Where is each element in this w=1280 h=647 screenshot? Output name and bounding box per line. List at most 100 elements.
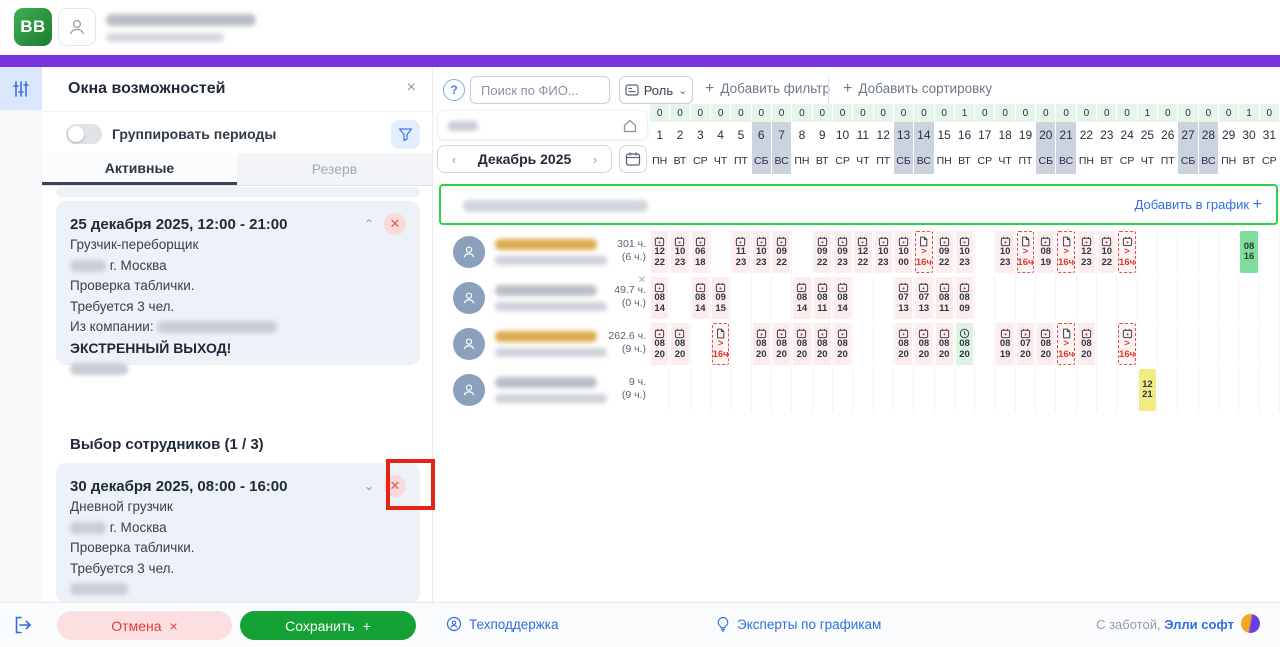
day-cell[interactable] — [935, 368, 955, 412]
shift-cell[interactable]: 0820 — [895, 323, 912, 365]
day-number[interactable]: 13 — [894, 122, 914, 148]
day-cell[interactable]: 1222 — [853, 230, 873, 274]
day-cell[interactable] — [1036, 276, 1056, 320]
day-cell[interactable]: 0820 — [752, 322, 772, 366]
overtime-shift-cell[interactable]: >16ч — [1118, 231, 1135, 273]
day-cell[interactable]: 0811 — [935, 276, 955, 320]
shift-cell[interactable]: 0618 — [692, 231, 709, 273]
day-cell[interactable] — [1239, 276, 1259, 320]
day-cell[interactable] — [995, 368, 1015, 412]
user-avatar[interactable] — [58, 8, 96, 46]
shift-cell[interactable]: 1023 — [996, 231, 1013, 273]
day-number[interactable]: 11 — [853, 122, 873, 148]
day-cell[interactable] — [975, 230, 995, 274]
save-button[interactable]: Сохранить+ — [240, 611, 416, 640]
day-cell[interactable] — [1158, 230, 1178, 274]
day-cell[interactable] — [853, 368, 873, 412]
day-cell[interactable]: 0820 — [914, 322, 934, 366]
day-cell[interactable] — [1117, 368, 1137, 412]
day-cell[interactable] — [914, 368, 934, 412]
day-cell[interactable]: 0820 — [813, 322, 833, 366]
shift-cell[interactable]: 0922 — [814, 231, 831, 273]
next-month-button[interactable]: › — [579, 152, 611, 167]
tab-reserve[interactable]: Резерв — [237, 153, 432, 185]
day-cell[interactable]: 0816 — [1239, 230, 1259, 274]
day-cell[interactable]: 0713 — [914, 276, 934, 320]
day-cell[interactable] — [1056, 368, 1076, 412]
day-number[interactable]: 1 — [650, 122, 670, 148]
day-cell[interactable] — [731, 322, 751, 366]
day-number[interactable]: 14 — [914, 122, 934, 148]
shift-cell[interactable]: 1023 — [956, 231, 973, 273]
home-icon[interactable] — [622, 118, 638, 134]
remove-window-button[interactable]: ✕ — [384, 213, 406, 235]
day-number[interactable]: 28 — [1199, 122, 1219, 148]
day-cell[interactable]: >16ч — [1056, 230, 1076, 274]
window-card-30-dec[interactable]: 30 декабря 2025, 08:00 - 16:00 ⌄ ✕ Дневн… — [56, 463, 420, 602]
overtime-shift-cell[interactable]: >16ч — [1057, 231, 1074, 273]
shift-cell[interactable]: 0820 — [1037, 323, 1054, 365]
day-cell[interactable]: 1000 — [894, 230, 914, 274]
day-cell[interactable] — [711, 368, 731, 412]
day-cell[interactable] — [1097, 368, 1117, 412]
shift-cell[interactable]: 0819 — [1037, 231, 1054, 273]
expand-chevron-icon[interactable]: ⌄ — [364, 479, 374, 493]
day-cell[interactable]: 0809 — [955, 276, 975, 320]
day-cell[interactable] — [731, 368, 751, 412]
day-number[interactable]: 20 — [1036, 122, 1056, 148]
shift-cell[interactable]: 0820 — [651, 323, 668, 365]
day-number[interactable]: 19 — [1016, 122, 1036, 148]
day-cell[interactable]: 0618 — [691, 230, 711, 274]
day-cell[interactable] — [874, 368, 894, 412]
day-cell[interactable] — [1199, 368, 1219, 412]
experts-link[interactable]: Эксперты по графикам — [716, 616, 881, 632]
day-number[interactable]: 24 — [1117, 122, 1137, 148]
day-cell[interactable]: 1023 — [995, 230, 1015, 274]
day-cell[interactable] — [691, 368, 711, 412]
day-cell[interactable] — [1239, 322, 1259, 366]
day-cell[interactable] — [670, 276, 690, 320]
shift-cell[interactable]: 0820 — [773, 323, 790, 365]
day-cell[interactable] — [1219, 322, 1239, 366]
day-cell[interactable] — [894, 368, 914, 412]
calendar-picker-button[interactable] — [619, 145, 647, 173]
day-number[interactable]: 10 — [833, 122, 853, 148]
day-number[interactable]: 6 — [752, 122, 772, 148]
day-cell[interactable]: 1023 — [955, 230, 975, 274]
role-filter-button[interactable]: Роль ⌄ — [619, 76, 693, 104]
search-input[interactable] — [470, 76, 610, 104]
day-cell[interactable]: 0820 — [792, 322, 812, 366]
day-cell[interactable] — [752, 276, 772, 320]
day-cell[interactable] — [1178, 230, 1198, 274]
day-cell[interactable]: 1023 — [752, 230, 772, 274]
shift-cell[interactable]: 0820 — [793, 323, 810, 365]
day-number[interactable]: 5 — [731, 122, 751, 148]
day-cell[interactable] — [1056, 276, 1076, 320]
app-logo[interactable]: BB — [14, 8, 52, 46]
day-cell[interactable] — [792, 230, 812, 274]
day-cell[interactable] — [1260, 276, 1280, 320]
day-cell[interactable] — [874, 322, 894, 366]
day-number[interactable]: 3 — [691, 122, 711, 148]
shift-cell[interactable]: 0820 — [936, 323, 953, 365]
day-cell[interactable] — [1077, 368, 1097, 412]
day-cell[interactable]: >16ч — [1117, 322, 1137, 366]
day-number[interactable]: 7 — [772, 122, 792, 148]
day-cell[interactable] — [772, 276, 792, 320]
day-cell[interactable] — [1097, 322, 1117, 366]
day-cell[interactable]: >16ч — [711, 322, 731, 366]
day-cell[interactable]: 0814 — [691, 276, 711, 320]
day-number[interactable]: 22 — [1077, 122, 1097, 148]
day-number[interactable]: 16 — [955, 122, 975, 148]
day-cell[interactable] — [1138, 322, 1158, 366]
shift-cell[interactable]: 0814 — [834, 277, 851, 319]
day-cell[interactable]: 0814 — [650, 276, 670, 320]
day-cell[interactable] — [1138, 276, 1158, 320]
collapse-chevron-icon[interactable]: ⌃ — [364, 217, 374, 231]
offered-shift-cell[interactable]: 0816 — [1240, 231, 1257, 273]
day-cell[interactable]: 1022 — [1097, 230, 1117, 274]
day-number[interactable]: 29 — [1219, 122, 1239, 148]
day-cell[interactable] — [955, 368, 975, 412]
day-number[interactable]: 12 — [874, 122, 894, 148]
day-cell[interactable] — [1219, 230, 1239, 274]
